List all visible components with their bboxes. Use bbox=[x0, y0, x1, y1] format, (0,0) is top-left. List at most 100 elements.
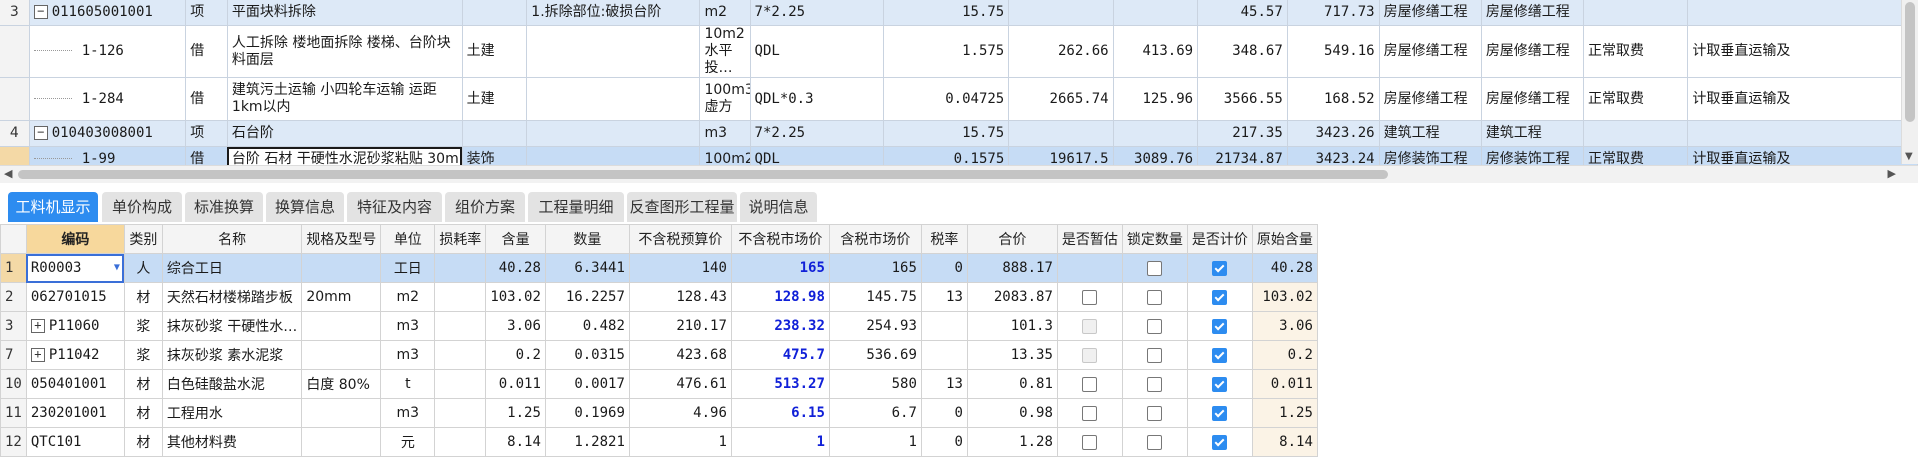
item-fee-mode[interactable]: 正常取费 bbox=[1583, 77, 1689, 121]
item-quantity[interactable]: 0.04725 bbox=[883, 77, 1010, 121]
header-unit[interactable]: 单位 bbox=[380, 224, 436, 254]
scroll-left-icon[interactable]: ◀ bbox=[4, 167, 12, 180]
resource-market-price[interactable]: 475.7 bbox=[730, 340, 830, 370]
resource-category[interactable]: 材 bbox=[123, 282, 163, 312]
item-price[interactable] bbox=[1008, 0, 1114, 26]
lock-qty-cell[interactable] bbox=[1121, 282, 1188, 312]
tab-3[interactable]: 换算信息 bbox=[266, 192, 344, 222]
resource-quantity[interactable]: 1.2821 bbox=[544, 427, 630, 457]
resource-category[interactable]: 人 bbox=[123, 253, 163, 283]
item-cost-1[interactable] bbox=[1113, 0, 1199, 26]
tab-4[interactable]: 特征及内容 bbox=[347, 192, 442, 222]
resource-grid[interactable]: 编码 类别 名称 规格及型号 单位 损耗率 含量 数量 不含税预算价 不含税市场… bbox=[0, 224, 1318, 457]
item-cost-2[interactable]: 45.57 bbox=[1197, 0, 1288, 26]
header-quantity[interactable]: 数量 bbox=[544, 224, 630, 254]
item-kind[interactable]: 项 bbox=[185, 120, 228, 147]
resource-unit[interactable]: t bbox=[380, 369, 436, 399]
resource-content[interactable]: 0.011 bbox=[485, 369, 546, 399]
resource-tax-rate[interactable]: 0 bbox=[920, 398, 968, 428]
resource-budget-price[interactable]: 140 bbox=[628, 253, 732, 283]
provisional-checkbox[interactable] bbox=[1082, 405, 1098, 421]
resource-market-price-tax[interactable]: 536.69 bbox=[828, 340, 922, 370]
provisional-cell[interactable] bbox=[1056, 398, 1123, 428]
resource-budget-price[interactable]: 4.96 bbox=[628, 398, 732, 428]
dropdown-icon[interactable]: ▼ bbox=[114, 262, 120, 273]
item-feature[interactable] bbox=[526, 120, 701, 147]
resource-row[interactable]: 1 R00003 ▼ 人综合工日 工日 40.28 6.3441 140 165 165 0 888.… bbox=[0, 253, 1318, 283]
item-category-2[interactable]: 房屋修缮工程 bbox=[1481, 25, 1585, 78]
resource-loss-rate[interactable] bbox=[434, 340, 487, 370]
item-kind[interactable]: 项 bbox=[185, 0, 228, 26]
resource-market-price[interactable]: 1 bbox=[730, 427, 830, 457]
item-expression[interactable]: QDL*0.3 bbox=[750, 77, 885, 121]
item-kind[interactable]: 借 bbox=[185, 25, 228, 78]
item-major[interactable] bbox=[462, 120, 528, 147]
vertical-scrollbar[interactable]: ▼ bbox=[1901, 0, 1918, 164]
priced-cell[interactable] bbox=[1186, 253, 1253, 283]
resource-row[interactable]: 2 062701015 材天然石材楼梯踏步板 20mm m2 103.02 16.2257 1… bbox=[0, 282, 1318, 312]
resource-content[interactable]: 103.02 bbox=[485, 282, 546, 312]
resource-tax-rate[interactable]: 13 bbox=[920, 369, 968, 399]
resource-content[interactable]: 1.25 bbox=[485, 398, 546, 428]
resource-unit[interactable]: m2 bbox=[380, 282, 436, 312]
resource-market-price[interactable]: 6.15 bbox=[730, 398, 830, 428]
resource-quantity[interactable]: 16.2257 bbox=[544, 282, 630, 312]
resource-market-price-tax[interactable]: 6.7 bbox=[828, 398, 922, 428]
priced-cell[interactable] bbox=[1186, 340, 1253, 370]
tab-8[interactable]: 说明信息 bbox=[740, 192, 817, 222]
lock-qty-checkbox[interactable] bbox=[1147, 260, 1163, 276]
header-tax-rate[interactable]: 税率 bbox=[920, 224, 968, 254]
resource-name[interactable]: 抹灰砂浆 干硬性水… bbox=[161, 311, 303, 341]
header-market-price-tax[interactable]: 含税市场价 bbox=[828, 224, 922, 254]
scroll-down-icon[interactable]: ▼ bbox=[1905, 151, 1913, 162]
resource-loss-rate[interactable] bbox=[434, 398, 487, 428]
resource-spec[interactable] bbox=[301, 427, 382, 457]
item-category-2[interactable]: 房屋修缮工程 bbox=[1481, 77, 1585, 121]
priced-cell[interactable] bbox=[1186, 311, 1253, 341]
lock-qty-checkbox[interactable] bbox=[1147, 289, 1163, 305]
lock-qty-checkbox[interactable] bbox=[1147, 318, 1163, 334]
resource-row[interactable]: 12 QTC101 材其他材料费元 8.14 1.2821 1 1 1 0 1.28 8.14 bbox=[0, 427, 1318, 457]
bill-items-grid[interactable]: 3−011605001001 项平面块料拆除 1.拆除部位:破损台阶 m2 7*2.25… bbox=[0, 0, 1918, 182]
item-total[interactable]: 549.16 bbox=[1287, 25, 1380, 78]
resource-tax-rate[interactable]: 13 bbox=[920, 282, 968, 312]
resource-code-cell[interactable]: 062701015 bbox=[25, 282, 125, 312]
item-price[interactable]: 2665.74 bbox=[1008, 77, 1114, 121]
lock-qty-cell[interactable] bbox=[1121, 340, 1188, 370]
item-code-cell[interactable]: 1-126 bbox=[29, 25, 187, 78]
item-major[interactable]: 土建 bbox=[462, 25, 528, 78]
lock-qty-cell[interactable] bbox=[1121, 427, 1188, 457]
item-expression[interactable]: 7*2.25 bbox=[750, 0, 885, 26]
resource-quantity[interactable]: 0.1969 bbox=[544, 398, 630, 428]
lock-qty-cell[interactable] bbox=[1121, 311, 1188, 341]
item-name[interactable]: 建筑污土运输 小四轮车运输 运距1km以内 bbox=[227, 77, 463, 121]
resource-content[interactable]: 40.28 bbox=[485, 253, 546, 283]
priced-checkbox[interactable] bbox=[1212, 318, 1228, 334]
resource-row[interactable]: 11 230201001 材工程用水 m3 1.25 0.1969 4.96 6.15 6.7 0… bbox=[0, 398, 1318, 428]
item-category-2[interactable]: 建筑工程 bbox=[1481, 120, 1585, 147]
header-category[interactable]: 类别 bbox=[123, 224, 163, 254]
item-cost-1[interactable] bbox=[1113, 120, 1199, 147]
resource-unit[interactable]: 工日 bbox=[380, 253, 436, 283]
resource-category[interactable]: 材 bbox=[123, 398, 163, 428]
item-feature[interactable] bbox=[526, 25, 701, 78]
resource-category[interactable]: 浆 bbox=[123, 340, 163, 370]
item-note[interactable]: 计取垂直运输及 bbox=[1687, 77, 1918, 121]
item-note[interactable] bbox=[1687, 0, 1918, 26]
header-lock-qty[interactable]: 锁定数量 bbox=[1121, 224, 1188, 254]
bill-row[interactable]: 1-126 借人工拆除 楼地面拆除 楼梯、台阶块料面层 土建 10m2水平投… QDL 1… bbox=[0, 25, 1918, 78]
lock-qty-checkbox[interactable] bbox=[1147, 434, 1163, 450]
expand-icon[interactable]: + bbox=[30, 348, 45, 362]
resource-row[interactable]: 7 + P11042 浆抹灰砂浆 素水泥浆 m3 0.2 0.0315 423.68 475.7… bbox=[0, 340, 1318, 370]
header-original-content[interactable]: 原始含量 bbox=[1251, 224, 1318, 254]
tab-5[interactable]: 组价方案 bbox=[445, 192, 525, 222]
priced-cell[interactable] bbox=[1186, 398, 1253, 428]
resource-market-price[interactable]: 513.27 bbox=[730, 369, 830, 399]
provisional-checkbox[interactable] bbox=[1082, 376, 1098, 392]
item-category-1[interactable]: 房屋修缮工程 bbox=[1379, 0, 1482, 26]
item-unit[interactable]: 100m3虚方 bbox=[699, 77, 751, 121]
item-unit[interactable]: m2 bbox=[699, 0, 751, 26]
item-expression[interactable]: QDL bbox=[750, 25, 885, 78]
collapse-icon[interactable]: − bbox=[33, 5, 48, 19]
item-total[interactable]: 168.52 bbox=[1287, 77, 1380, 121]
